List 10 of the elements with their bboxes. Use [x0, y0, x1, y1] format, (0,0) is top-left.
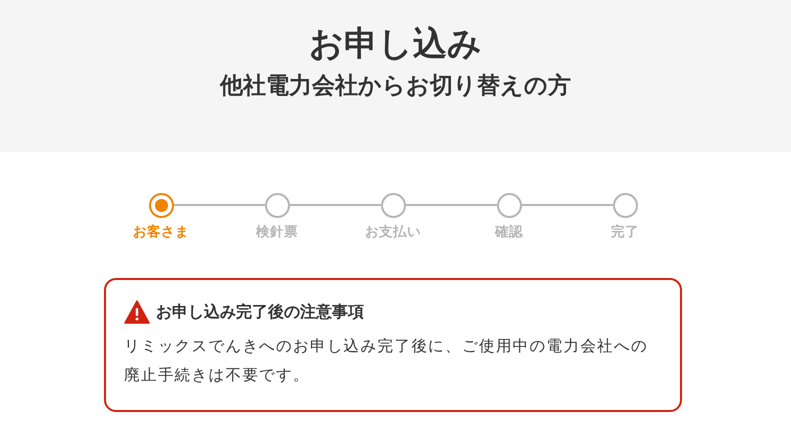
- page-subtitle: 他社電力会社からお切り替えの方: [218, 72, 572, 102]
- step-label: 確認: [495, 223, 523, 242]
- warning-icon: [124, 300, 150, 324]
- step-label: 検針票: [256, 223, 298, 242]
- page-title: お申し込み: [308, 23, 483, 66]
- step-label: お客さま: [133, 223, 189, 242]
- step-label: 完了: [611, 223, 639, 242]
- notice-title: お申し込み完了後の注意事項: [156, 301, 364, 324]
- notice-text: リミックスでんきへのお申し込み完了後に、ご使用中の電力会社への廃止手続きは不要です。: [124, 336, 649, 386]
- step-label: お支払い: [365, 223, 421, 242]
